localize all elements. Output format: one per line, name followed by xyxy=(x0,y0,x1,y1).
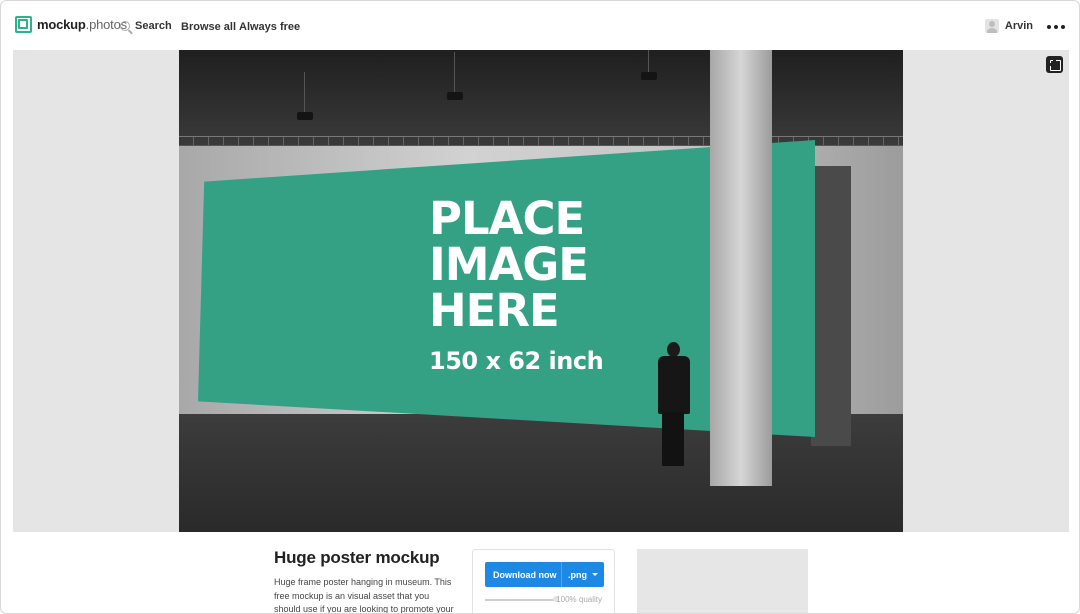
avatar-icon xyxy=(984,19,999,33)
poster-size-text: 150 x 62 inch xyxy=(429,347,604,375)
poster-placeholder-text: PLACE IMAGE HERE xyxy=(429,192,589,337)
mockup-preview-image: PLACE IMAGE HERE 150 x 62 inch xyxy=(179,50,903,532)
search-label: Search xyxy=(135,20,172,32)
brand-name: mockup.photos xyxy=(37,17,127,32)
quality-label: 100% quality xyxy=(556,595,602,604)
gallery-pillar xyxy=(710,50,772,486)
nav-always-free[interactable]: Always free xyxy=(239,21,300,33)
nav-browse-all[interactable]: Browse all xyxy=(181,21,236,33)
poster-shadow xyxy=(811,166,851,446)
ceiling-lamp xyxy=(641,50,657,80)
download-button[interactable]: Download now .png xyxy=(485,562,604,587)
preview-stage: PLACE IMAGE HERE 150 x 62 inch xyxy=(13,50,1069,532)
format-value: .png xyxy=(568,569,587,580)
user-name: Arvin xyxy=(1004,20,1033,32)
fullscreen-icon[interactable] xyxy=(1046,56,1063,73)
app-frame: mockup.photos Search Browse all Always f… xyxy=(0,0,1080,614)
ceiling-lamp xyxy=(297,72,313,120)
download-panel: Download now .png 100% quality xyxy=(472,549,615,613)
search-button[interactable]: Search xyxy=(120,20,172,32)
quality-slider[interactable] xyxy=(485,599,555,601)
ad-placeholder xyxy=(637,549,808,613)
logo-icon xyxy=(15,16,32,33)
brand-logo[interactable]: mockup.photos xyxy=(15,16,127,33)
mockup-description: Huge frame poster hanging in museum. Thi… xyxy=(274,577,454,614)
search-icon xyxy=(120,21,130,31)
ceiling-lamp xyxy=(447,52,463,100)
caret-down-icon xyxy=(592,573,598,576)
top-header: mockup.photos Search Browse all Always f… xyxy=(1,1,1079,51)
page-title: Huge poster mockup xyxy=(274,548,440,567)
format-select[interactable]: .png xyxy=(561,562,598,587)
mockup-details: Huge poster mockup Huge frame poster han… xyxy=(274,548,454,614)
quality-slider-fill xyxy=(485,599,555,601)
person-silhouette xyxy=(652,342,694,466)
download-button-label: Download now xyxy=(493,569,557,580)
user-menu[interactable]: Arvin xyxy=(984,19,1033,33)
more-icon[interactable] xyxy=(1047,25,1065,29)
ceiling xyxy=(179,50,903,145)
brand-name-bold: mockup xyxy=(37,17,86,32)
